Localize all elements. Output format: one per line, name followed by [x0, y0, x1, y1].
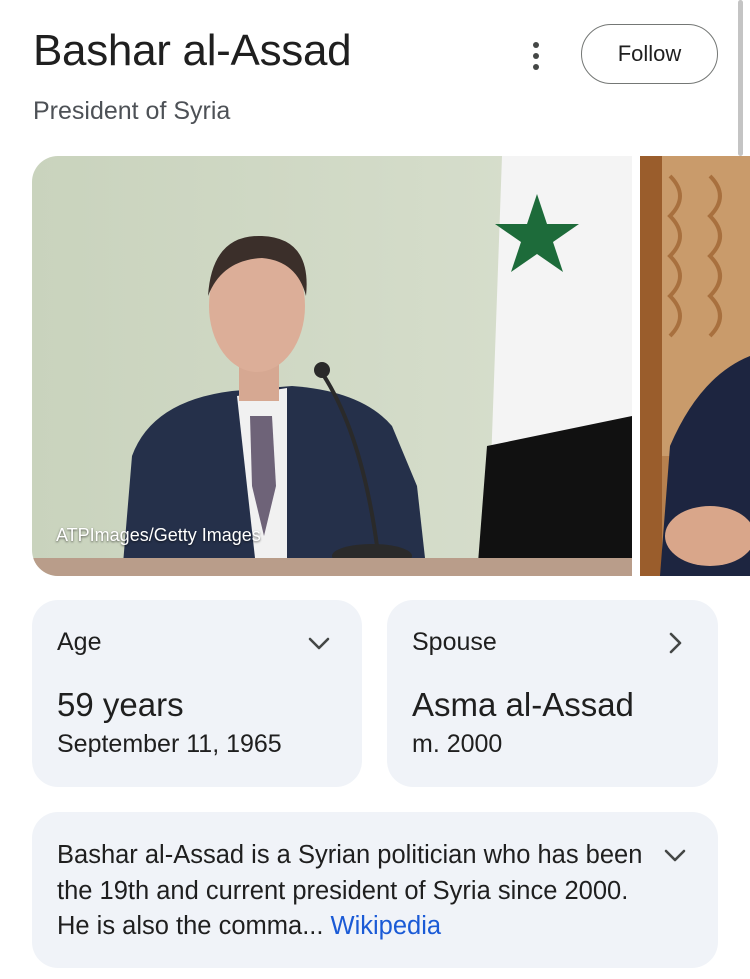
image-carousel[interactable]: ATPImages/Getty Images — [32, 156, 750, 576]
wikipedia-link[interactable]: Wikipedia — [331, 912, 442, 940]
age-card[interactable]: Age 59 years September 11, 1965 — [32, 600, 362, 787]
chevron-right-icon[interactable] — [662, 630, 688, 656]
secondary-photo[interactable] — [640, 156, 750, 576]
age-label: Age — [57, 628, 102, 656]
dot — [533, 42, 539, 48]
dot — [533, 64, 539, 70]
birth-date: September 11, 1965 — [57, 730, 282, 758]
age-value: 59 years — [57, 686, 184, 723]
description-text: Bashar al-Assad is a Syrian politician w… — [57, 838, 647, 945]
chevron-down-icon[interactable] — [306, 630, 332, 656]
secondary-image — [640, 156, 750, 576]
dot — [533, 53, 539, 59]
marriage-year: m. 2000 — [412, 730, 503, 758]
image-credit: ATPImages/Getty Images — [56, 525, 261, 545]
spouse-name: Asma al-Assad — [412, 686, 634, 723]
description-card: Bashar al-Assad is a Syrian politician w… — [32, 812, 718, 968]
more-options-icon[interactable] — [520, 36, 552, 76]
spouse-label: Spouse — [412, 628, 497, 656]
ellipsis: ... — [302, 912, 331, 940]
entity-title: Bashar al-Assad — [33, 26, 352, 75]
chevron-down-icon[interactable] — [662, 842, 688, 868]
entity-subtitle: President of Syria — [33, 97, 231, 125]
scrollbar[interactable] — [738, 0, 743, 156]
follow-button[interactable]: Follow — [581, 24, 718, 84]
portrait-image — [32, 156, 632, 576]
spouse-card[interactable]: Spouse Asma al-Assad m. 2000 — [387, 600, 718, 787]
main-photo[interactable]: ATPImages/Getty Images — [32, 156, 632, 576]
